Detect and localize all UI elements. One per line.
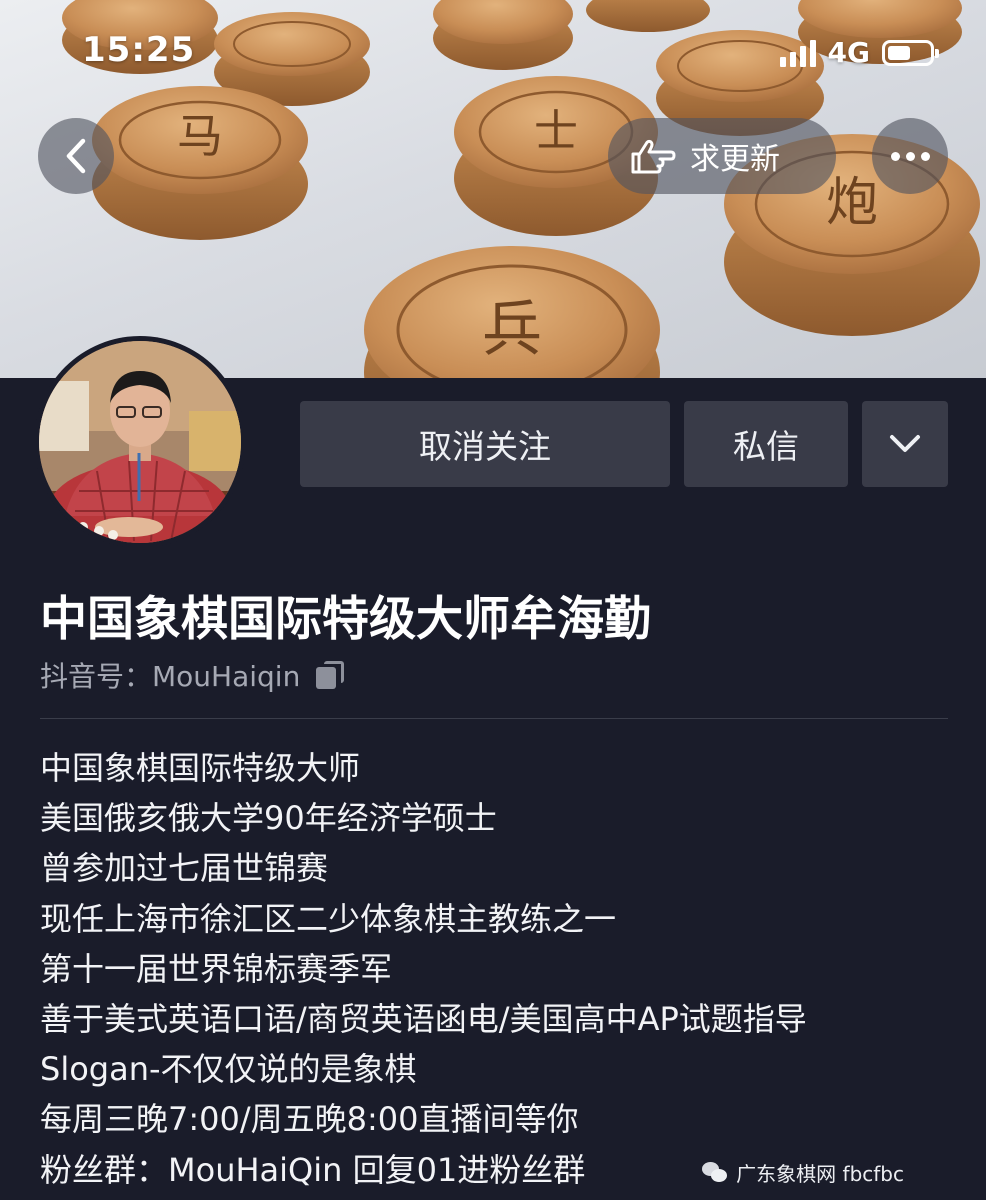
request-update-label: 求更新 xyxy=(690,142,780,177)
back-button[interactable] xyxy=(38,118,114,194)
piece-glyph: 兵 xyxy=(482,295,542,365)
bio-line: 第十一届世界锦标赛季军 xyxy=(40,949,393,988)
douyin-id-row: 抖音号：MouHaiqin xyxy=(40,655,345,695)
status-bar-time: 15:25 xyxy=(82,30,196,70)
battery-level xyxy=(888,45,910,60)
profile-cover[interactable]: 马 士 炮 兵 15:25 4G 求更新 xyxy=(0,0,986,378)
bio-line: 善于美式英语口语/商贸英语函电/美国高中AP试题指导 xyxy=(40,1000,807,1039)
copy-icon[interactable] xyxy=(316,661,345,689)
chess-piece xyxy=(433,0,573,70)
watermark-text: 广东象棋网 fbcfbc xyxy=(736,1162,904,1186)
piece-glyph: 士 xyxy=(534,106,578,157)
divider xyxy=(40,718,948,719)
more-horizontal-icon xyxy=(890,151,930,161)
status-bar-indicators: 4G xyxy=(779,36,939,69)
unfollow-button[interactable]: 取消关注 xyxy=(300,401,670,487)
avatar[interactable] xyxy=(34,336,246,548)
piece-glyph: 炮 xyxy=(826,173,878,233)
chevron-down-icon xyxy=(890,435,920,452)
expand-recommendations-button[interactable] xyxy=(862,401,948,487)
avatar-photo xyxy=(39,341,241,543)
bio-line: Slogan-不仅仅说的是象棋 xyxy=(40,1050,417,1089)
chevron-left-icon xyxy=(66,138,86,174)
watermark: 广东象棋网 fbcfbc xyxy=(702,1158,904,1187)
piece-glyph: 马 xyxy=(177,109,223,163)
douyin-id: 抖音号：MouHaiqin xyxy=(40,660,301,693)
cellular-signal-icon xyxy=(779,39,816,67)
bio-line: 曾参加过七届世锦赛 xyxy=(40,849,329,888)
chess-piece: 马 xyxy=(92,86,308,240)
direct-message-button[interactable]: 私信 xyxy=(684,401,848,487)
bio-line: 美国俄亥俄大学90年经济学硕士 xyxy=(40,799,497,838)
bio-line: 每周三晚7:00/周五晚8:00直播间等你 xyxy=(40,1100,579,1139)
profile-display-name: 中国象棋国际特级大师牟海勤 xyxy=(40,592,651,647)
bio-line: 现任上海市徐汇区二少体象棋主教练之一 xyxy=(40,899,617,938)
network-type-label: 4G xyxy=(827,36,870,69)
hand-pointing-icon xyxy=(631,139,676,174)
battery-icon xyxy=(882,39,939,66)
more-options-button[interactable] xyxy=(872,118,948,194)
bio-line: 中国象棋国际特级大师 xyxy=(40,749,361,787)
chess-piece: 兵 xyxy=(364,246,660,378)
profile-bio: 中国象棋国际特级大师 美国俄亥俄大学90年经济学硕士 曾参加过七届世锦赛 现任上… xyxy=(40,743,807,1195)
wechat-icon xyxy=(702,1161,728,1184)
chess-piece xyxy=(586,0,710,32)
bio-line: 粉丝群：MouHaiQin 回复01进粉丝群 xyxy=(40,1150,586,1189)
request-update-button[interactable]: 求更新 xyxy=(608,118,836,194)
